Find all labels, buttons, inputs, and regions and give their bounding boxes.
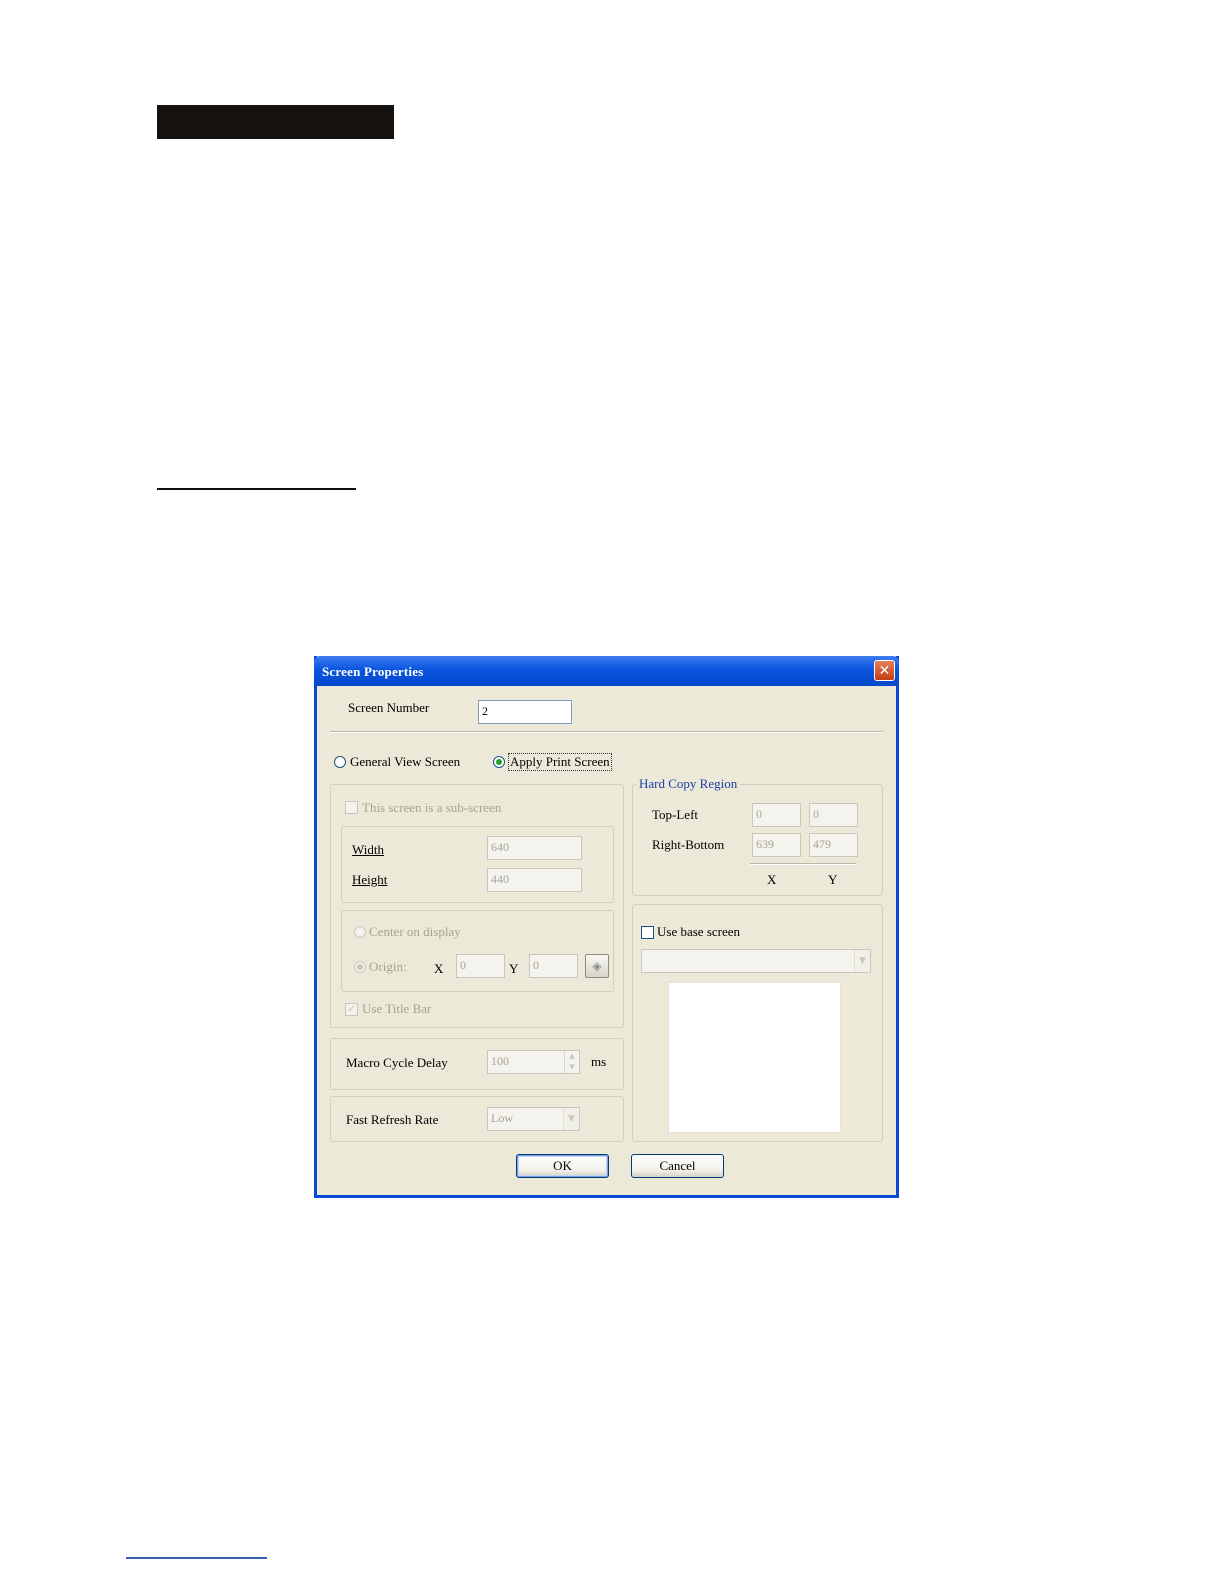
fast-refresh-value: Low <box>491 1111 513 1125</box>
general-view-label[interactable]: General View Screen <box>350 754 460 770</box>
macro-cycle-spinner[interactable]: 100 ▲ ▼ <box>487 1050 580 1074</box>
screen-number-label: Screen Number <box>348 700 430 715</box>
spinner-arrows-icon[interactable]: ▲ ▼ <box>564 1051 579 1073</box>
right-bottom-label: Right-Bottom <box>652 837 725 852</box>
base-screen-preview <box>668 982 841 1133</box>
fast-refresh-select[interactable]: Low ▼ <box>487 1107 580 1131</box>
use-base-screen-checkbox[interactable] <box>641 926 654 939</box>
top-left-y-input[interactable]: 0 <box>809 803 858 827</box>
fast-refresh-label: Fast Refresh Rate <box>346 1112 439 1127</box>
macro-unit-label: ms <box>591 1054 607 1069</box>
black-heading-bar <box>157 105 394 139</box>
base-screen-select[interactable]: ▼ <box>641 949 871 973</box>
origin-y-label: Y <box>509 961 519 976</box>
right-bottom-y-input[interactable]: 479 <box>809 833 858 857</box>
screen-number-input[interactable]: 2 <box>478 700 572 724</box>
chevron-down-icon[interactable]: ▼ <box>563 1108 579 1130</box>
ok-button[interactable]: OK <box>516 1154 609 1178</box>
apply-print-radio[interactable] <box>493 756 505 768</box>
center-display-radio[interactable] <box>354 926 366 938</box>
use-title-bar-label: Use Title Bar <box>362 1001 432 1016</box>
cancel-button[interactable]: Cancel <box>631 1154 724 1178</box>
right-bottom-x-input[interactable]: 639 <box>752 833 801 857</box>
macro-cycle-value: 100 <box>491 1054 509 1068</box>
origin-label: Origin: <box>369 959 407 974</box>
use-base-screen-label[interactable]: Use base screen <box>657 924 740 940</box>
x-column-label: X <box>767 872 777 887</box>
screen-properties-dialog: Screen Properties ✕ Screen Number 2 Gene… <box>314 656 899 1198</box>
position-group <box>341 910 614 992</box>
top-left-x-input[interactable]: 0 <box>752 803 801 827</box>
center-display-label: Center on display <box>369 924 461 939</box>
apply-print-label[interactable]: Apply Print Screen <box>508 753 612 771</box>
origin-radio[interactable] <box>354 961 366 973</box>
height-label-text: Height <box>352 872 388 887</box>
macro-cycle-label: Macro Cycle Delay <box>346 1055 448 1070</box>
radio-selected-dot <box>357 964 363 970</box>
origin-x-input[interactable]: 0 <box>456 954 505 978</box>
width-input[interactable]: 640 <box>487 836 582 860</box>
footnote-rule <box>126 1557 267 1559</box>
use-title-bar-checkbox[interactable]: ✓ <box>345 1003 358 1016</box>
eraser-icon: ◈ <box>592 959 602 973</box>
top-left-label: Top-Left <box>652 807 699 822</box>
pick-origin-button[interactable]: ◈ <box>585 954 609 978</box>
dialog-titlebar[interactable]: Screen Properties ✕ <box>314 656 899 686</box>
general-view-radio[interactable] <box>334 756 346 768</box>
top-separator <box>330 731 883 733</box>
height-label: Height <box>352 872 387 888</box>
chevron-down-icon[interactable]: ▼ <box>854 950 870 972</box>
sub-screen-label: This screen is a sub-screen <box>362 800 502 815</box>
close-button[interactable]: ✕ <box>874 660 895 681</box>
y-column-label: Y <box>828 872 838 887</box>
sub-screen-checkbox[interactable] <box>345 801 358 814</box>
origin-y-input[interactable]: 0 <box>529 954 578 978</box>
dialog-title: Screen Properties <box>322 664 424 679</box>
coord-separator <box>750 863 856 865</box>
width-label: Width <box>352 842 384 858</box>
hard-copy-legend: Hard Copy Region <box>636 776 741 792</box>
origin-x-label: X <box>434 961 444 976</box>
height-input[interactable]: 440 <box>487 868 582 892</box>
close-icon: ✕ <box>878 662 891 679</box>
width-label-text: Width <box>352 842 384 857</box>
section-underline <box>157 488 356 490</box>
radio-selected-dot <box>496 759 502 765</box>
